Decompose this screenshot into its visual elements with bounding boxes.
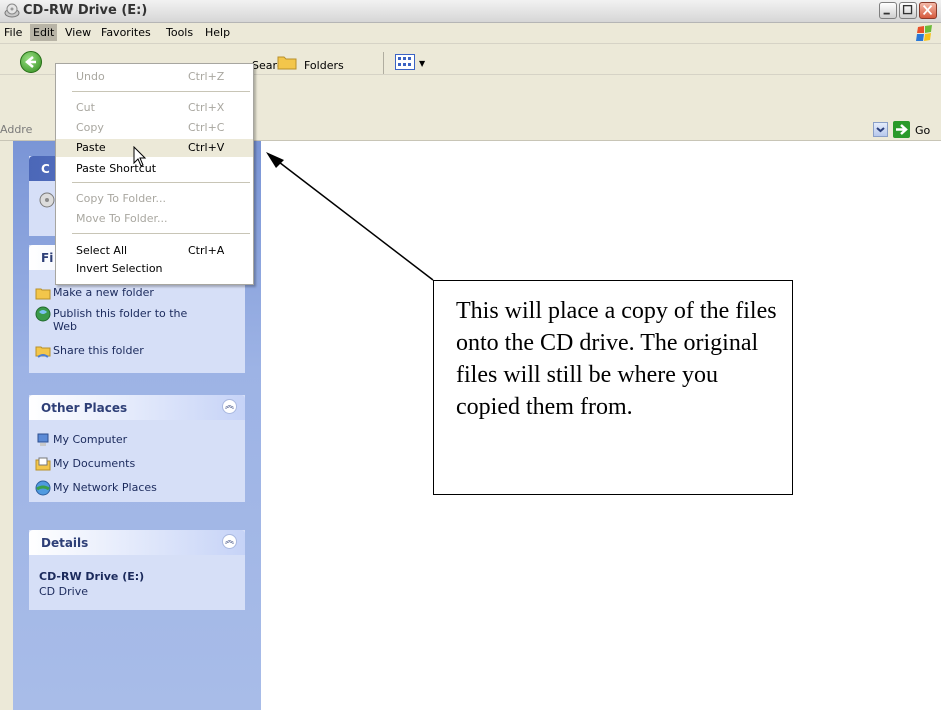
- annotation-callout: This will place a copy of the files onto…: [433, 280, 793, 495]
- callout-text: This will place a copy of the files onto…: [456, 298, 777, 420]
- explorer-window: CD-RW Drive (E:) File Edit View Favorite…: [0, 0, 941, 710]
